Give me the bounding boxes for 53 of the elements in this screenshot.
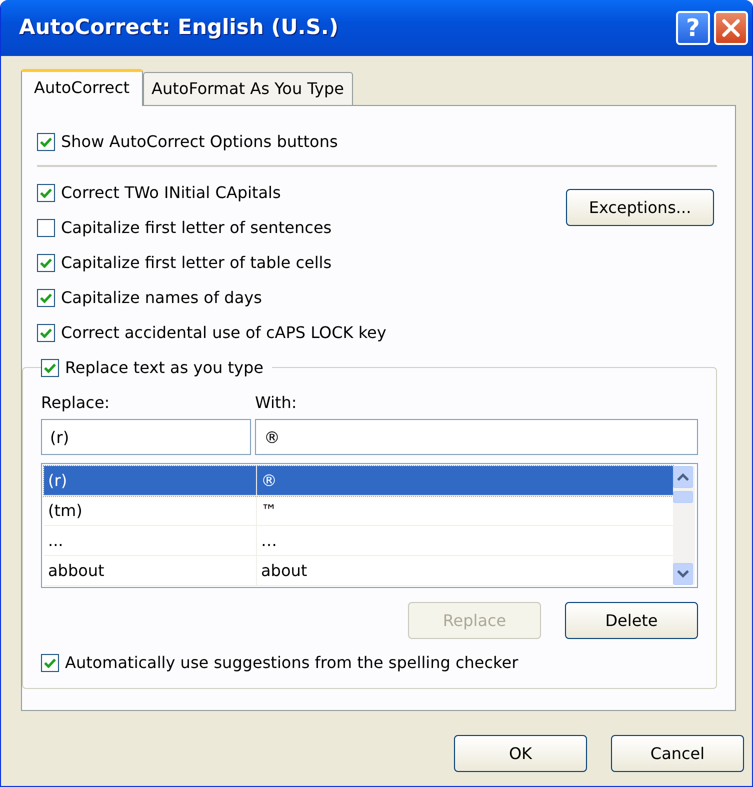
list-row[interactable]: (r) ® <box>44 466 673 496</box>
list-row[interactable]: ... … <box>44 526 673 556</box>
checkmark-icon <box>40 136 52 146</box>
checkmark-icon <box>40 258 52 268</box>
checkbox-label[interactable]: Capitalize first letter of sentences <box>61 216 332 240</box>
exceptions-button[interactable]: Exceptions... <box>566 189 714 226</box>
checkmark-icon <box>44 362 56 372</box>
checkbox-label[interactable]: Capitalize first letter of table cells <box>61 250 332 274</box>
checkmark-icon <box>44 658 56 668</box>
checkbox[interactable] <box>37 254 55 272</box>
tab[interactable]: AutoCorrect <box>21 69 143 106</box>
scroll-down-button[interactable] <box>673 563 693 585</box>
checkbox-label[interactable]: Capitalize names of days <box>61 286 262 310</box>
close-button[interactable] <box>714 11 748 45</box>
scrollbar[interactable] <box>673 466 695 585</box>
ok-button[interactable]: OK <box>454 735 587 772</box>
table-cell: abbout <box>44 556 257 585</box>
field-label: With: <box>255 392 298 414</box>
checkbox-label[interactable]: Show AutoCorrect Options buttons <box>61 130 338 154</box>
scroll-up-button[interactable] <box>673 466 693 488</box>
checkbox[interactable] <box>37 132 55 150</box>
checkbox-label[interactable]: Correct TWo INitial CApitals <box>61 180 281 204</box>
table-cell-text: about <box>260 560 308 582</box>
checkbox-label[interactable]: Automatically use suggestions from the spelling checker <box>65 650 518 674</box>
help-button[interactable]: ? <box>676 11 710 45</box>
window-title: AutoCorrect: English (U.S.) <box>19 14 338 42</box>
tab[interactable]: AutoFormat As You Type <box>142 72 353 105</box>
delete-button[interactable]: Delete <box>565 602 698 639</box>
checkbox[interactable] <box>37 218 55 236</box>
input-field[interactable]: ® <box>255 419 698 455</box>
checkbox[interactable] <box>37 324 55 342</box>
close-icon <box>721 18 741 38</box>
list-row[interactable]: (tm) ™ <box>44 496 673 526</box>
table-cell-text: ™ <box>260 500 278 522</box>
table-cell-text: ® <box>260 470 278 492</box>
checkbox[interactable] <box>41 654 59 672</box>
field-label: Replace: <box>41 392 111 414</box>
checkbox[interactable] <box>37 184 55 202</box>
list-row[interactable]: abbout about <box>44 556 673 586</box>
checkbox[interactable] <box>41 358 59 376</box>
table-cell: ... <box>44 526 257 555</box>
checkmark-icon <box>40 328 52 338</box>
checkbox[interactable] <box>37 288 55 306</box>
checkmark-icon <box>40 292 52 302</box>
table-cell-text: … <box>260 530 278 552</box>
table-cell: (tm) <box>44 496 257 525</box>
input-field[interactable]: (r) <box>41 419 251 455</box>
checkbox-label[interactable]: Correct accidental use of cAPS LOCK key <box>61 320 386 344</box>
cancel-button[interactable]: Cancel <box>611 735 744 772</box>
checkmark-icon <box>40 188 52 198</box>
scroll-thumb[interactable] <box>673 491 693 503</box>
checkbox-label[interactable]: Replace text as you type <box>65 356 264 380</box>
table-cell: (r) <box>44 466 257 495</box>
